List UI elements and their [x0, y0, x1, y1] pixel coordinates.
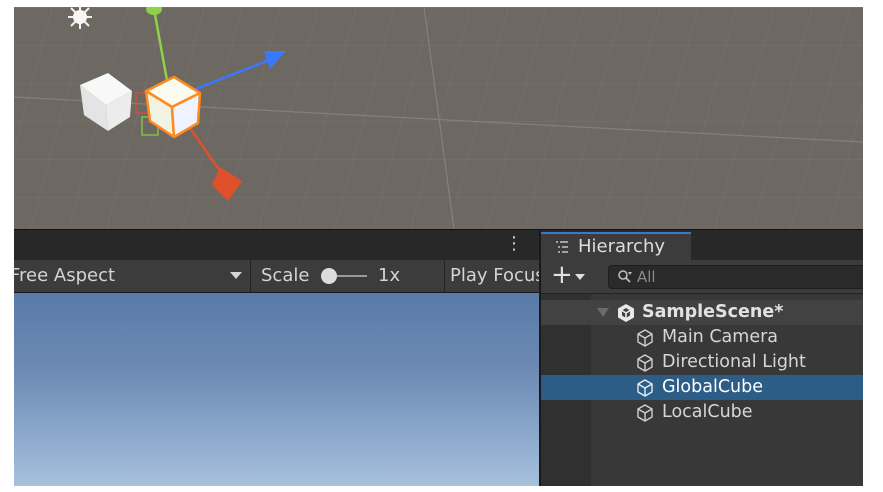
scale-slider-track[interactable] [335, 275, 367, 277]
more-options-icon[interactable]: ⋮ [505, 234, 523, 254]
hierarchy-tree: SampleScene* Main Camera Directional Lig… [541, 294, 863, 486]
sun-icon[interactable] [62, 7, 98, 33]
hierarchy-toolbar: + [541, 260, 863, 294]
game-toolbar: Free Aspect Scale 1x Play Focused [14, 260, 539, 293]
tab-hierarchy[interactable]: Hierarchy [541, 232, 691, 261]
scene-name: SampleScene* [642, 302, 784, 322]
chevron-down-icon [230, 272, 242, 279]
hierarchy-item-globalcube[interactable]: GlobalCube [541, 375, 863, 400]
expand-caret-icon[interactable] [597, 308, 609, 317]
hierarchy-search[interactable] [608, 265, 863, 289]
play-focus-dropdown[interactable]: Play Focused [445, 260, 539, 292]
list-icon [556, 241, 568, 253]
hierarchy-item-directional-light[interactable]: Directional Light [541, 350, 863, 375]
item-label: LocalCube [662, 402, 753, 422]
item-label: GlobalCube [662, 377, 764, 397]
cube-outline-icon [637, 329, 653, 347]
scene-row[interactable]: SampleScene* [541, 300, 863, 325]
hierarchy-tab-label: Hierarchy [578, 236, 666, 257]
add-object-button[interactable]: + [551, 260, 591, 290]
scale-slider-handle[interactable] [321, 268, 337, 284]
scene-view[interactable] [14, 7, 863, 229]
game-view-viewport[interactable] [14, 293, 539, 486]
hierarchy-item-localcube[interactable]: LocalCube [541, 400, 863, 425]
aspect-dropdown[interactable]: Free Aspect [14, 260, 251, 292]
editor-window: ⋮ Free Aspect Scale 1x Play Focused [14, 7, 863, 486]
cube-outline-icon [637, 354, 653, 372]
search-icon [618, 270, 632, 283]
scale-label: Scale [261, 265, 310, 286]
hierarchy-tab-bar: Hierarchy [541, 229, 863, 261]
cube-outline-icon [637, 379, 653, 397]
scale-value: 1x [378, 265, 401, 286]
cube-outline-icon [637, 404, 653, 422]
item-label: Directional Light [662, 352, 806, 372]
plus-icon: + [551, 260, 573, 290]
unity-logo-icon [618, 304, 634, 322]
play-focus-label: Play Focused [450, 265, 539, 286]
move-gizmo[interactable] [124, 7, 294, 207]
game-tab-bar: ⋮ [14, 229, 539, 260]
search-input[interactable] [637, 266, 857, 288]
scale-control: Scale 1x [251, 260, 445, 292]
item-label: Main Camera [662, 327, 779, 347]
chevron-down-icon [575, 274, 585, 280]
aspect-label: Free Aspect [14, 265, 116, 286]
hierarchy-item-main-camera[interactable]: Main Camera [541, 325, 863, 350]
